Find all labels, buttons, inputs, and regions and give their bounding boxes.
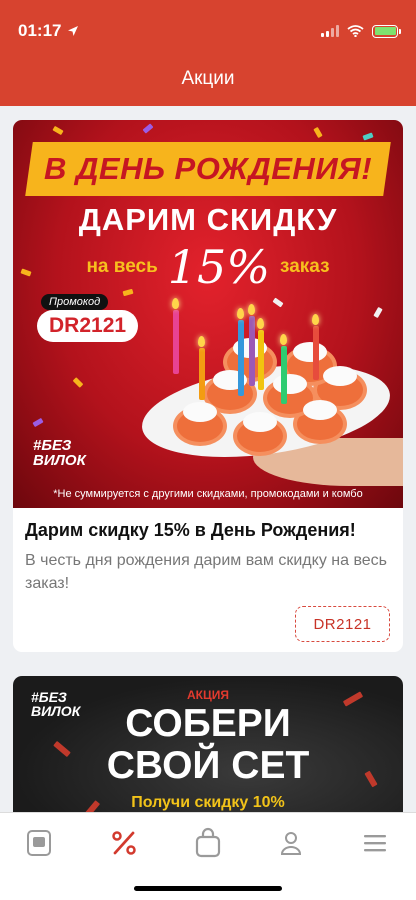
promo-card[interactable]: В ДЕНЬ РОЖДЕНИЯ! ДАРИМ СКИДКУ на весь 15…	[13, 120, 403, 652]
brand-logo-line2: ВИЛОК	[33, 452, 86, 469]
wifi-icon	[347, 25, 364, 37]
promo-card[interactable]: #БЕЗ ВИЛОК АКЦИЯ СОБЕРИ СВОЙ СЕТ Получи …	[13, 676, 403, 812]
hamburger-menu-icon	[364, 835, 386, 852]
tab-more[interactable]	[355, 825, 395, 861]
promo-code-button[interactable]: DR2121	[295, 606, 390, 642]
promo-card-body: Дарим скидку 15% в День Рождения! В чест…	[13, 508, 403, 595]
banner-disclaimer: *Не суммируется с другими скидками, пром…	[53, 488, 363, 500]
home-indicator[interactable]	[134, 886, 282, 891]
banner-promo-code: DR2121	[37, 310, 139, 342]
status-time-text: 01:17	[18, 21, 62, 40]
banner-offer-suffix: заказ	[280, 256, 330, 277]
banner-offer-line: Получи скидку 10%	[131, 794, 285, 811]
location-arrow-icon	[68, 26, 79, 36]
status-bar: 01:17	[18, 20, 401, 42]
promo-banner-image[interactable]: #БЕЗ ВИЛОК АКЦИЯ СОБЕРИ СВОЙ СЕТ Получи …	[13, 676, 403, 812]
tab-menu[interactable]	[19, 825, 59, 861]
status-time: 01:17	[18, 21, 79, 41]
banner-offer-line: на весь 15% заказ	[13, 240, 403, 294]
banner-tag: АКЦИЯ	[186, 688, 229, 702]
cellular-signal-icon	[321, 25, 339, 37]
tab-promotions[interactable]	[104, 825, 144, 861]
page-title: Акции	[181, 68, 235, 89]
banner-headline-ribbon: В ДЕНЬ РОЖДЕНИЯ!	[25, 142, 391, 196]
promo-banner-image[interactable]: В ДЕНЬ РОЖДЕНИЯ! ДАРИМ СКИДКУ на весь 15…	[13, 120, 403, 508]
brand-logo: #БЕЗ ВИЛОК	[33, 438, 86, 468]
promo-description: В честь дня рождения дарим вам скидку на…	[25, 552, 387, 592]
banner-subline: СВОЙ СЕТ	[106, 744, 310, 787]
tab-profile[interactable]	[271, 825, 311, 861]
promotions-list[interactable]: В ДЕНЬ РОЖДЕНИЯ! ДАРИМ СКИДКУ на весь 15…	[0, 106, 416, 812]
status-indicators	[321, 24, 401, 38]
profile-icon	[280, 832, 302, 855]
shopping-bag-icon	[195, 827, 221, 858]
top-bar: 01:17 Акции	[0, 0, 416, 106]
menu-book-icon	[27, 830, 51, 856]
banner-promo-label: Промокод	[41, 294, 109, 310]
banner-headline: СОБЕРИ	[125, 702, 291, 745]
tab-cart[interactable]	[188, 825, 228, 861]
promo-title: Дарим скидку 15% в День Рождения!	[25, 520, 356, 540]
brand-logo-line1: #БЕЗ	[33, 437, 72, 454]
bottom-tab-bar	[0, 812, 416, 900]
banner-offer-percent: 15%	[167, 240, 271, 294]
banner-subline: ДАРИМ СКИДКУ	[78, 202, 338, 237]
percent-icon	[112, 831, 136, 855]
battery-icon	[372, 24, 401, 38]
banner-headline: В ДЕНЬ РОЖДЕНИЯ!	[43, 151, 373, 186]
banner-offer-prefix: на весь	[86, 256, 158, 277]
